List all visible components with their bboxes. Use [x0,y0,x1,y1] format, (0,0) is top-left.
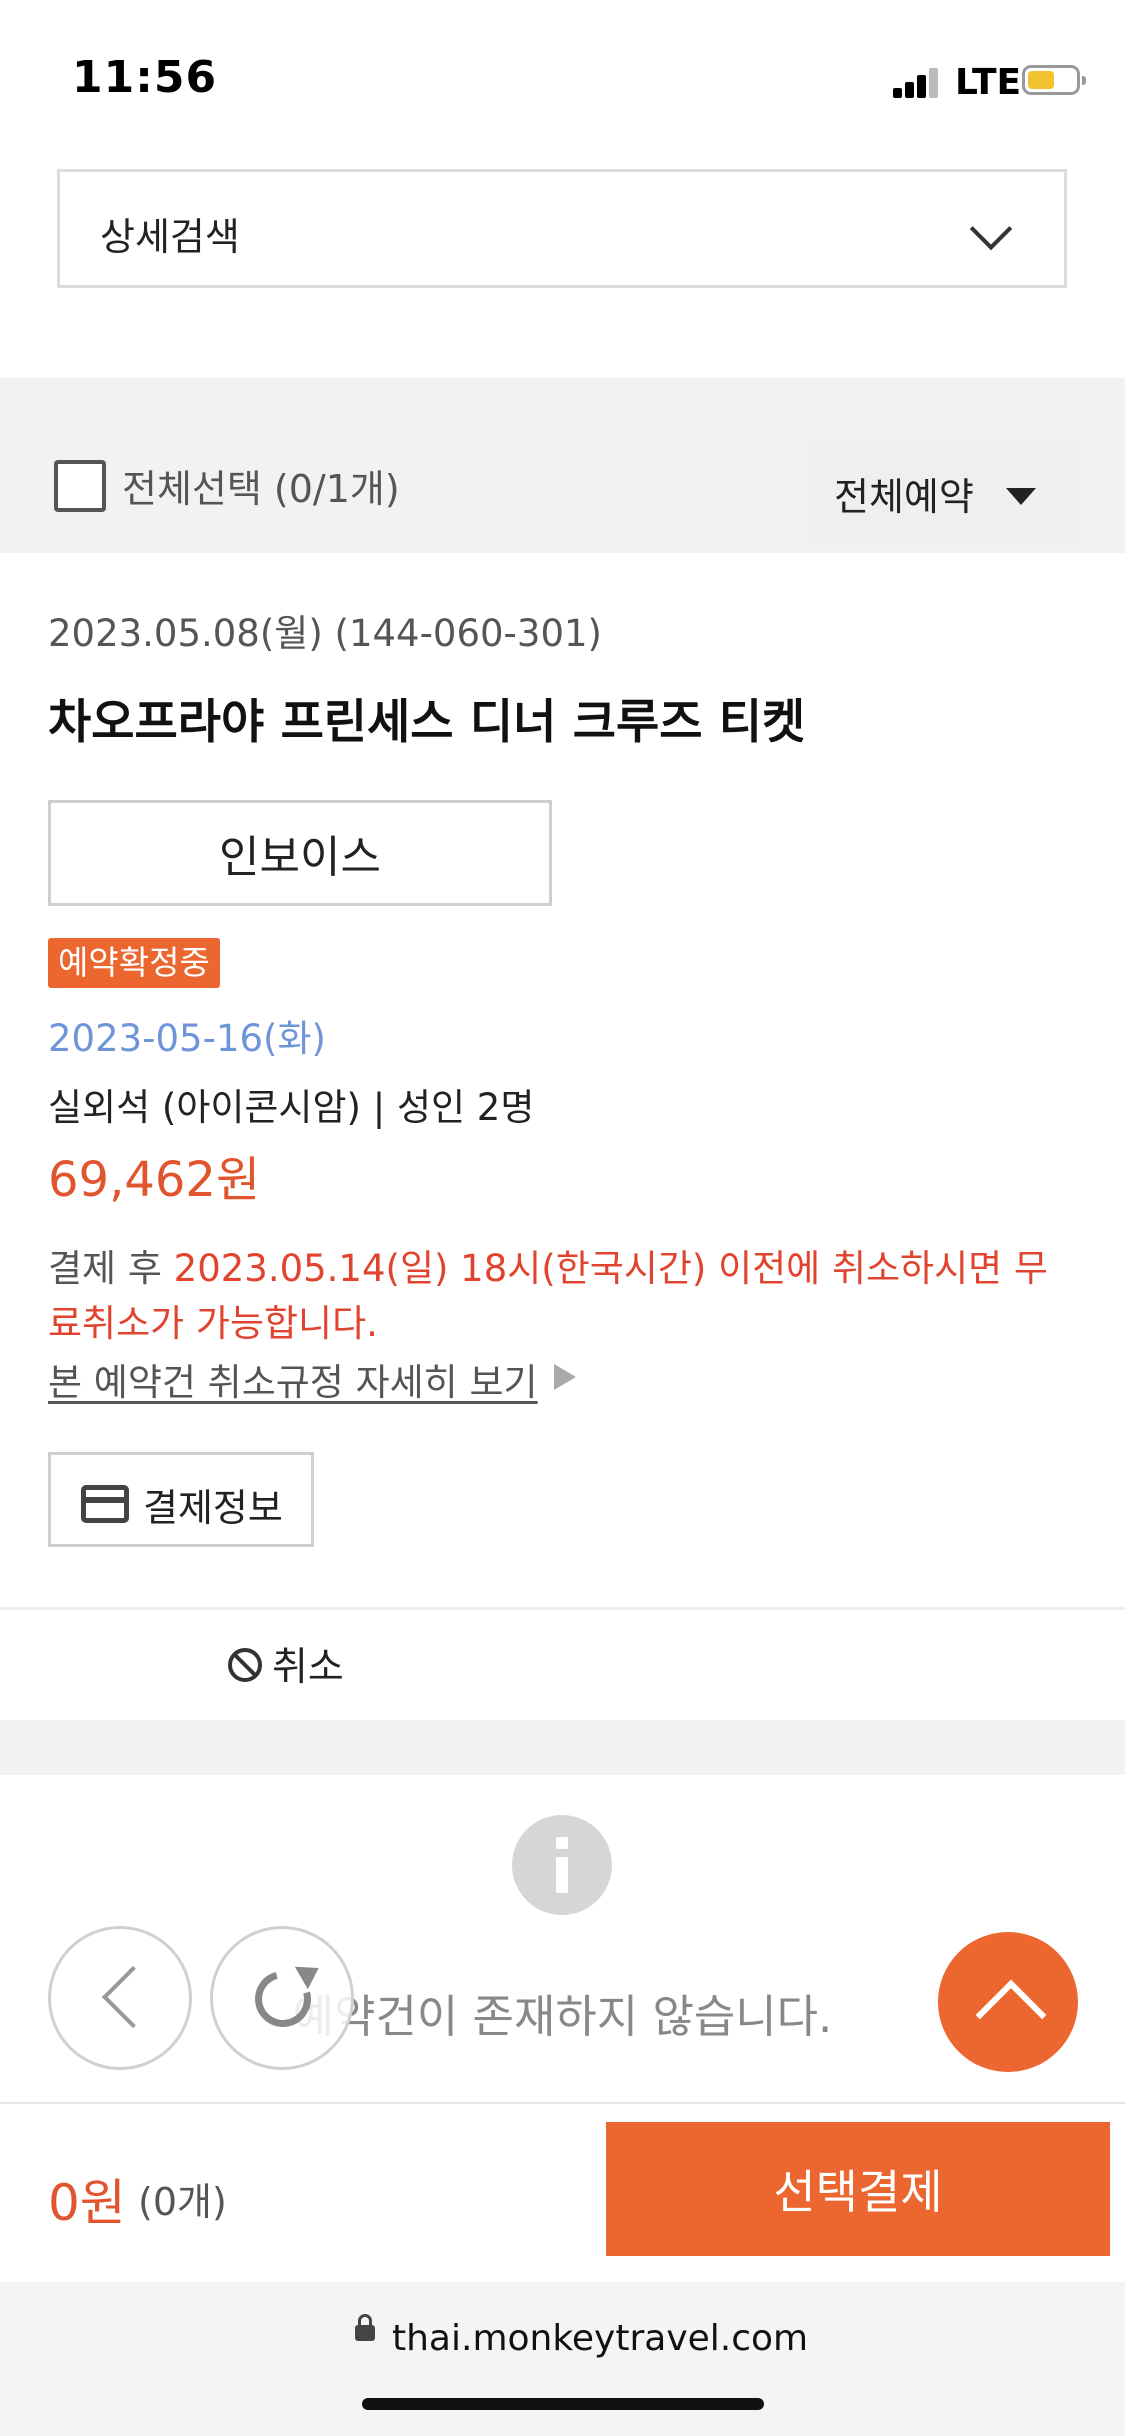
play-arrow-icon [554,1364,576,1390]
booking-option: 실외석 (아이콘시암) | 성인 2명 [48,1086,535,1129]
checkout-button[interactable]: 선택결제 [606,2122,1110,2256]
lock-icon [355,2314,375,2341]
caret-down-icon [1006,488,1036,505]
prohibit-icon[interactable] [228,1648,262,1682]
detail-search-dropdown[interactable]: 상세검색 [57,169,1067,288]
credit-card-icon [81,1485,129,1523]
signal-icon [893,68,941,98]
status-time: 11:56 [72,52,218,103]
select-all-checkbox[interactable] [54,460,106,512]
network-type: LTE [955,62,1022,103]
total-count: (0개) [138,2180,227,2224]
reload-button[interactable] [210,1926,354,2070]
total-amount: 0원 [48,2174,126,2232]
cancel-button[interactable]: 취소 [272,1636,344,1692]
reservation-filter-label: 전체예약 [834,475,974,519]
browser-address-bar[interactable] [0,2282,1125,2436]
chevron-left-icon [101,1965,165,2029]
payment-info-label: 결제정보 [143,1486,283,1530]
booking-title[interactable]: 차오프라야 프린세스 디너 크루즈 티켓 [48,683,805,752]
chevron-up-icon [975,1979,1047,2051]
cancellation-policy-link[interactable]: 본 예약건 취소규정 자세히 보기 [48,1352,538,1406]
select-all-label[interactable]: 전체선택 (0/1개) [122,458,400,513]
back-button[interactable] [48,1926,192,2070]
policy-prefix: 결제 후 [48,1247,174,1290]
info-icon [512,1815,612,1915]
booking-date-number: 2023.05.08(월) (144-060-301) [48,612,602,655]
url-text[interactable]: thai.monkeytravel.com [392,2318,808,2359]
invoice-button[interactable]: 인보이스 [48,800,552,906]
divider [0,1607,1125,1610]
reservation-filter-dropdown[interactable]: 전체예약 [808,440,1080,544]
status-badge: 예약확정중 [48,938,220,988]
home-indicator[interactable] [362,2398,764,2410]
policy-highlight: 2023.05.14(일) 18시(한국시간) 이전에 취소하시면 무료취소가 … [48,1247,1048,1345]
chevron-down-icon [969,207,1013,251]
booking-price: 69,462원 [48,1152,261,1208]
detail-search-label: 상세검색 [100,215,240,259]
battery-icon [1022,65,1086,95]
payment-info-button[interactable]: 결제정보 [48,1452,314,1547]
section-separator [0,1720,1125,1775]
use-date: 2023-05-16(화) [48,1017,326,1060]
cancellation-policy: 결제 후 2023.05.14(일) 18시(한국시간) 이전에 취소하시면 무… [48,1241,1073,1351]
scroll-top-button[interactable] [938,1932,1078,2072]
